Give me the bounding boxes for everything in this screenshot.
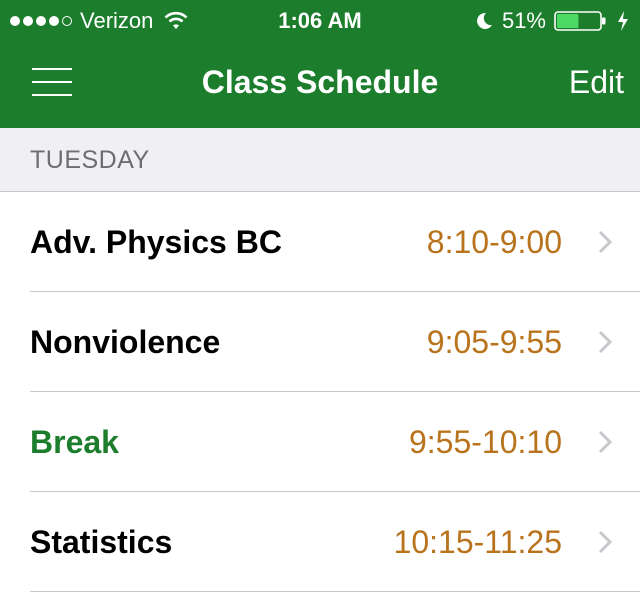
battery-icon xyxy=(554,11,606,31)
schedule-row[interactable]: Adv. Physics BC 8:10-9:00 xyxy=(0,192,640,292)
page-title: Class Schedule xyxy=(201,64,439,100)
charging-bolt-icon xyxy=(618,11,628,31)
status-right: 51% xyxy=(474,8,630,34)
class-time: 10:15-11:25 xyxy=(393,524,562,560)
class-time: 9:05-9:55 xyxy=(426,324,562,360)
navigation-bar: Class Schedule Edit xyxy=(0,40,640,128)
chevron-right-icon xyxy=(598,230,612,254)
schedule-row[interactable]: Break 9:55-10:10 xyxy=(0,392,640,492)
schedule-list: Adv. Physics BC 8:10-9:00 Nonviolence 9:… xyxy=(0,192,640,592)
class-time: 8:10-9:00 xyxy=(426,224,562,260)
battery-percent: 51% xyxy=(501,8,546,33)
section-header: TUESDAY xyxy=(0,128,640,192)
chevron-right-icon xyxy=(598,330,612,354)
moon-icon xyxy=(477,12,492,29)
section-header-day: TUESDAY xyxy=(30,146,150,174)
schedule-row[interactable]: Nonviolence 9:05-9:55 xyxy=(0,292,640,392)
chevron-right-icon xyxy=(598,530,612,554)
class-name: Nonviolence xyxy=(30,324,221,360)
class-time: 9:55-10:10 xyxy=(408,424,562,460)
schedule-row[interactable]: Statistics 10:15-11:25 xyxy=(0,492,640,592)
chevron-right-icon xyxy=(598,430,612,454)
status-bar: Verizon 1:06 AM 51% xyxy=(0,0,640,40)
edit-button[interactable]: Edit xyxy=(569,64,624,101)
battery-fill xyxy=(557,14,579,28)
class-name: Break xyxy=(30,424,119,460)
class-name: Adv. Physics BC xyxy=(30,224,282,260)
class-name: Statistics xyxy=(30,524,173,560)
